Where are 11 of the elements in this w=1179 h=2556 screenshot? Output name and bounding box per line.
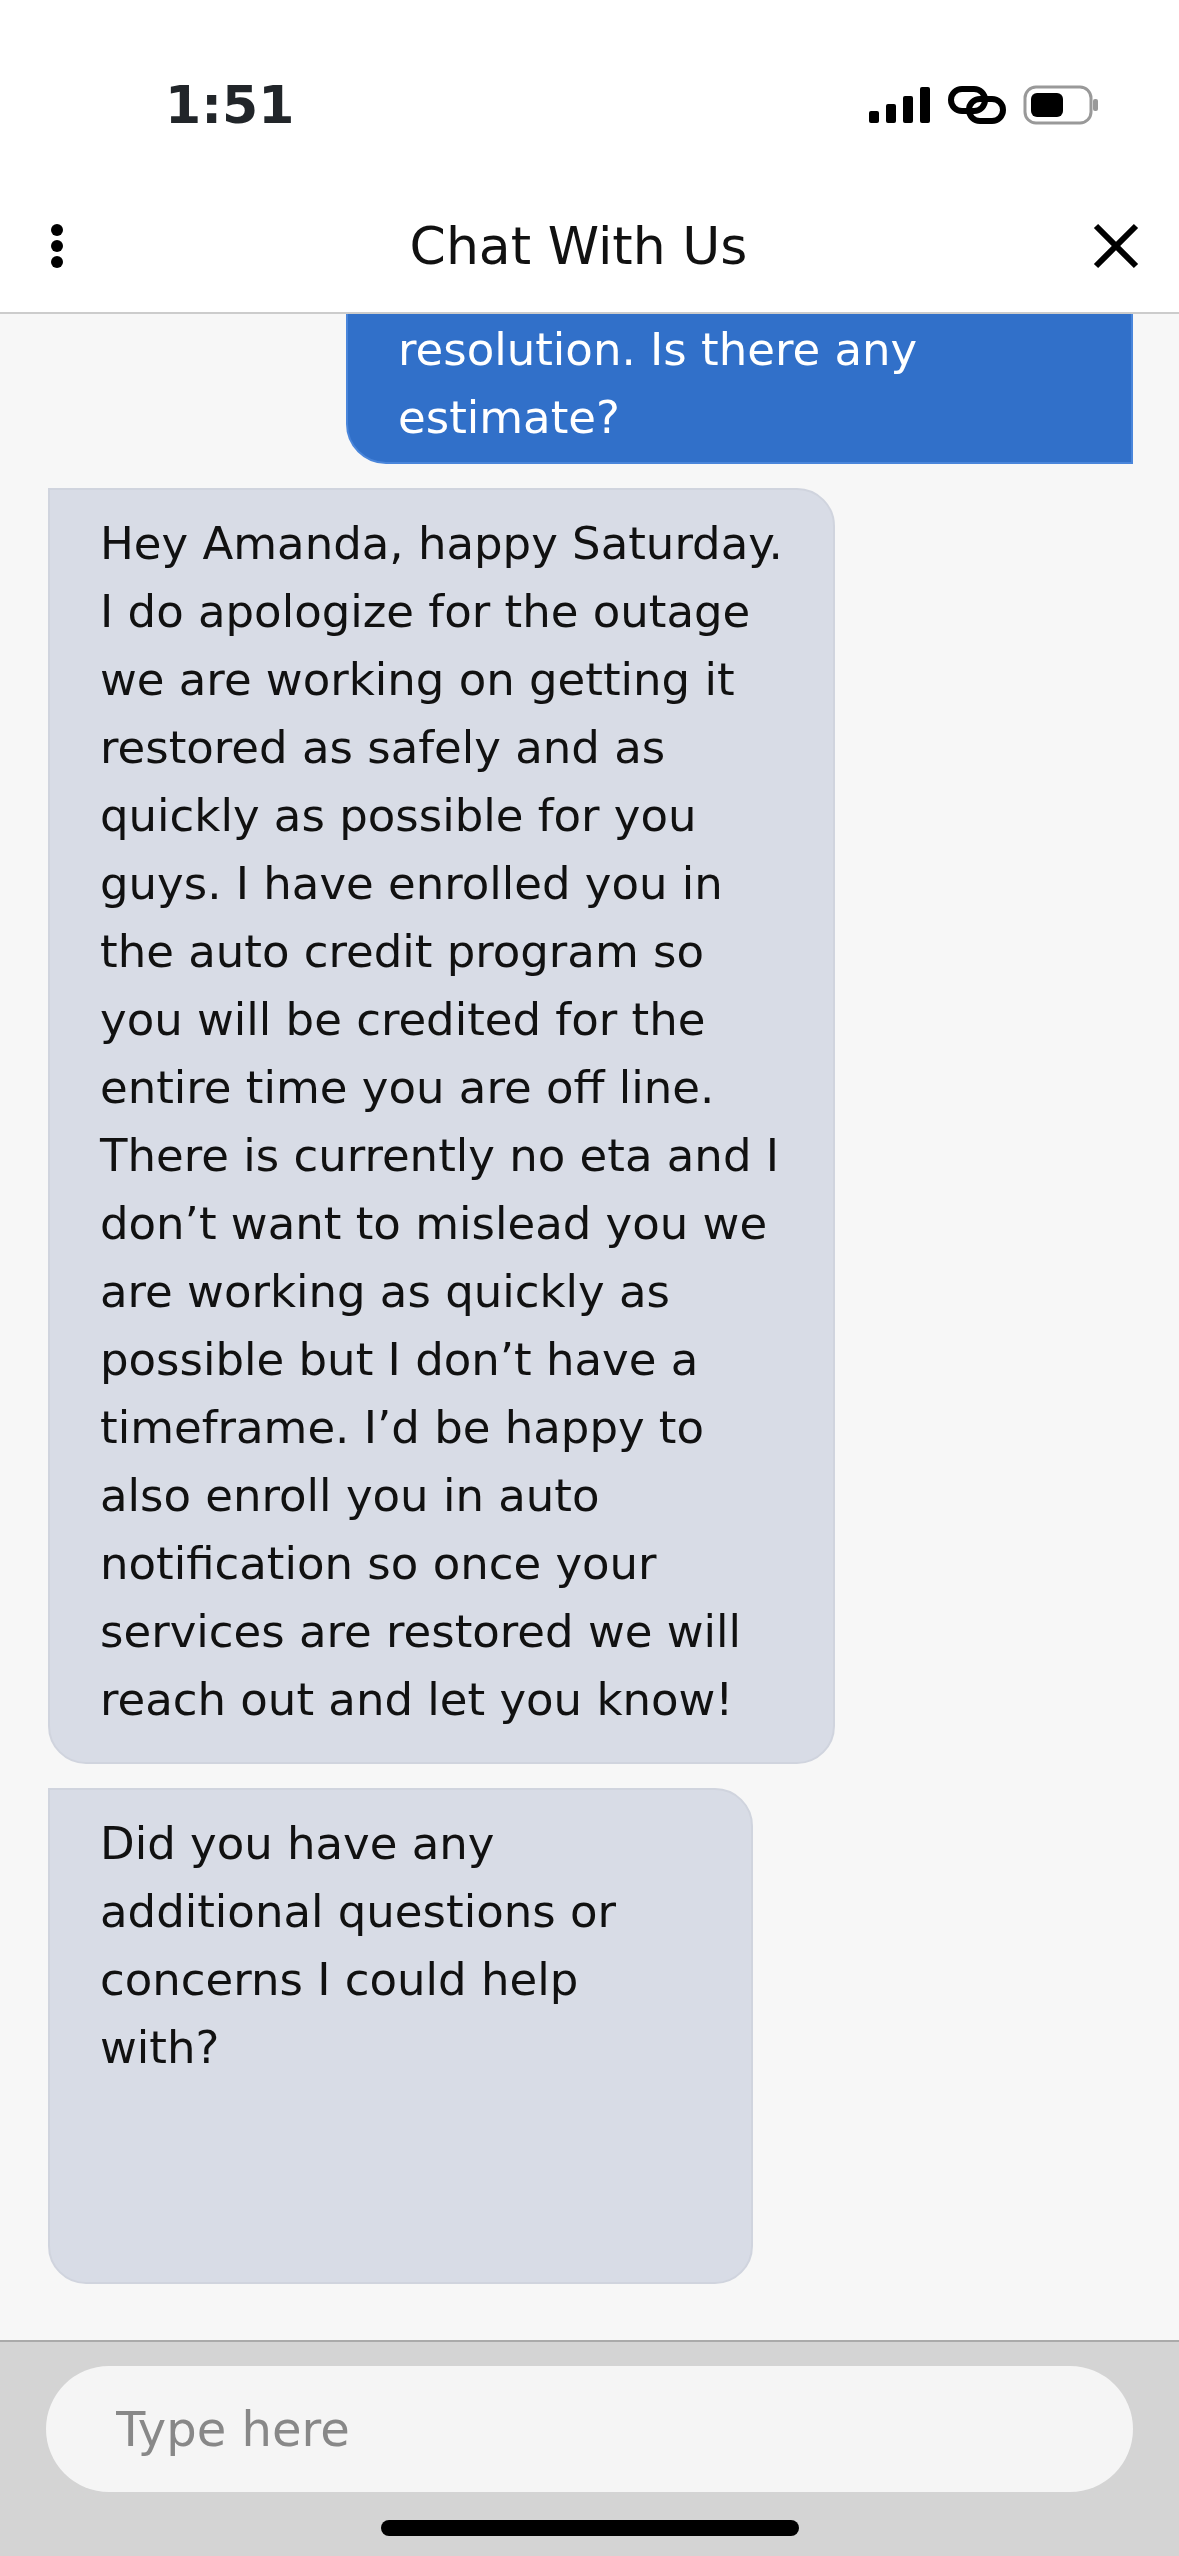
received-message: Hey Amanda, happy Saturday. I do apologize for the outage we are working on getting it restored as safely and as quickly as possible for you guys. I have enrolled you in the auto credit program so you will be credited for the entire time you are off line. There is currently no eta and I don’t want to mislead you we are working as quickly as possible but I don’t have a timeframe. I’d be happy to also enroll you in auto notification so once your services are restored we will reach out and let you know! — [48, 488, 835, 1764]
sent-message: resolution. Is there any estimate? — [346, 314, 1133, 464]
status-time: 1:51 — [165, 74, 295, 137]
battery-icon — [1023, 85, 1099, 125]
more-options-icon[interactable] — [50, 224, 64, 268]
link-icon — [947, 85, 1007, 125]
chat-title: Chat With Us — [409, 215, 748, 278]
close-icon[interactable] — [1093, 223, 1139, 269]
message-input[interactable]: Type here — [46, 2366, 1133, 2492]
signal-icon — [869, 87, 931, 123]
received-message: Did you have any additional questions or concerns I could help with? — [48, 1788, 753, 2284]
